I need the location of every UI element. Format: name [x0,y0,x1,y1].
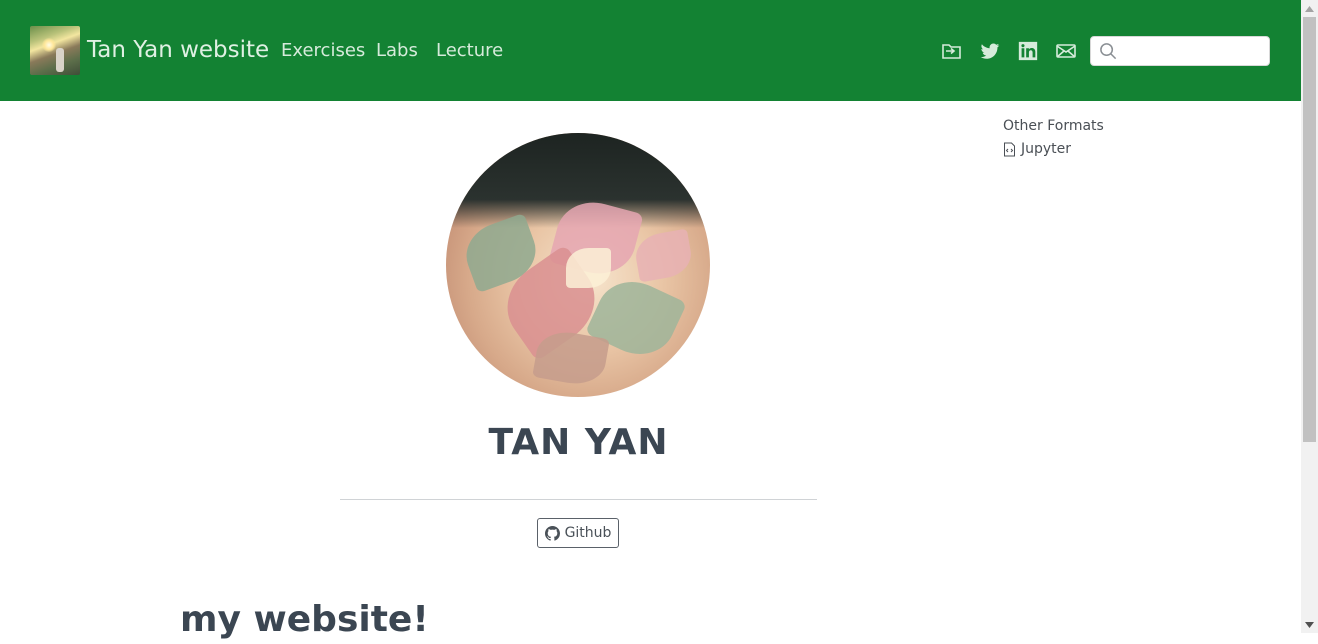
navbar: Tan Yan website Exercises Labs Lecture [0,0,1301,101]
twitter-icon[interactable] [979,40,1001,62]
folder-open-icon[interactable] [941,40,963,62]
search-input[interactable] [1123,40,1263,62]
format-link-jupyter[interactable]: Jupyter [1003,141,1071,157]
scrollbar-thumb[interactable] [1303,17,1316,442]
nav-link-lecture[interactable]: Lecture [436,38,503,64]
file-code-icon [1004,142,1015,156]
scroll-down-icon[interactable] [1301,616,1318,633]
github-button[interactable]: Github [537,518,619,548]
other-formats-title: Other Formats [1003,118,1104,134]
search-icon [1100,43,1117,60]
scroll-up-icon[interactable] [1301,0,1318,17]
format-label: Jupyter [1021,141,1072,157]
divider [340,499,817,500]
nav-link-exercises[interactable]: Exercises [281,38,365,64]
nav-link-labs[interactable]: Labs [376,38,418,64]
linkedin-icon[interactable] [1017,40,1039,62]
search-box[interactable] [1090,36,1270,66]
vertical-scrollbar[interactable] [1301,0,1318,633]
brand-logo[interactable] [30,26,80,75]
content-heading: my website! [180,599,429,640]
envelope-icon[interactable] [1055,40,1077,62]
brand-title[interactable]: Tan Yan website [87,35,269,65]
profile-name: TAN YAN [488,422,669,463]
github-label: Github [564,525,612,541]
profile-avatar [446,133,710,397]
github-icon [544,525,560,541]
